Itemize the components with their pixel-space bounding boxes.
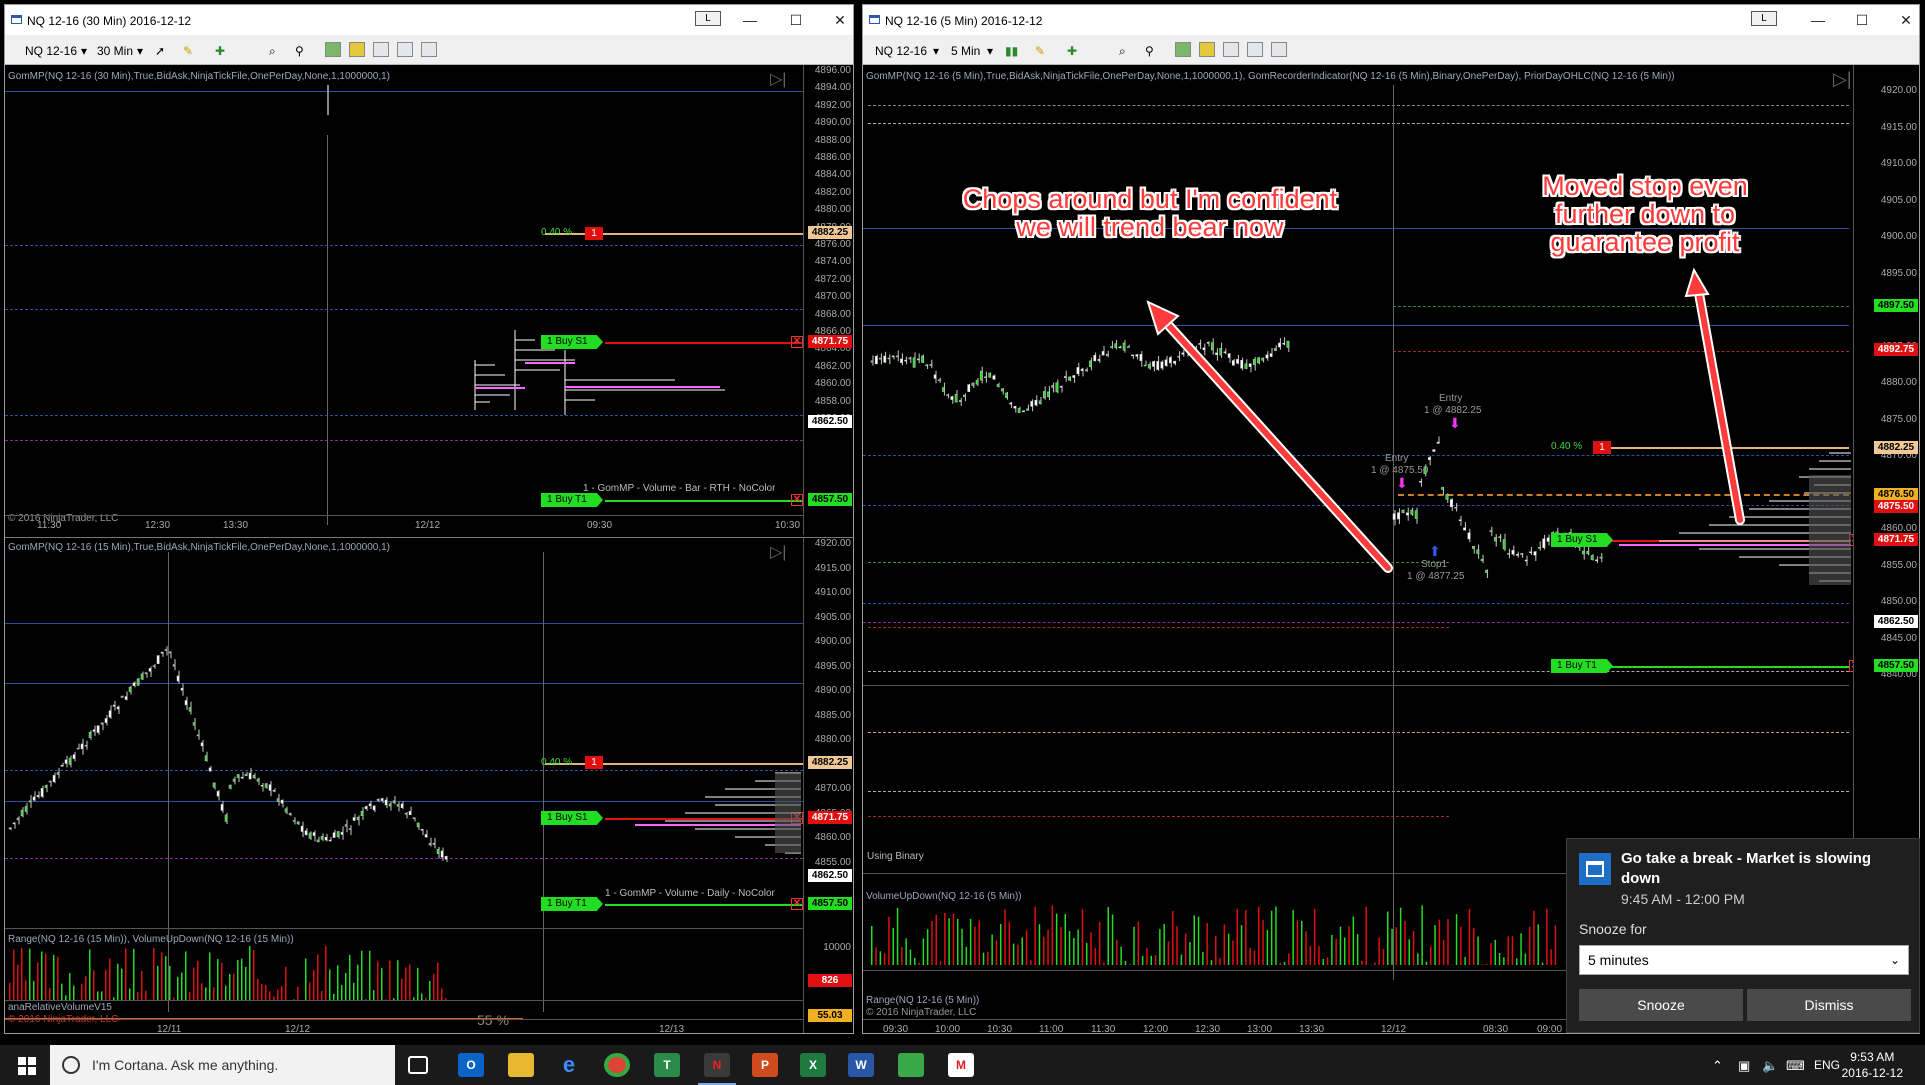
edge-icon[interactable]: e [556, 1053, 582, 1077]
clock-date: 2016-12-12 [1841, 1066, 1903, 1080]
snooze-button[interactable]: Snooze [1579, 989, 1743, 1021]
ninjatrader-icon[interactable]: N [698, 1053, 736, 1085]
dismiss-button[interactable]: Dismiss [1747, 989, 1911, 1021]
toast-title: Go take a break - Market is slowing down [1621, 850, 1872, 887]
volume-icon[interactable]: 🔈 [1762, 1058, 1778, 1074]
cortana-search-box[interactable]: I'm Cortana. Ask me anything. [50, 1045, 395, 1085]
language-indicator[interactable]: ENG [1814, 1058, 1840, 1072]
chrome-icon[interactable] [604, 1053, 630, 1077]
calendar-icon [1579, 853, 1611, 885]
snooze-label: Snooze for [1579, 921, 1647, 937]
cortana-placeholder: I'm Cortana. Ask me anything. [92, 1057, 279, 1073]
task-view-icon[interactable] [408, 1056, 428, 1074]
file-explorer-icon[interactable] [508, 1053, 534, 1077]
word-icon[interactable]: W [848, 1053, 874, 1077]
outlook-icon[interactable]: O [458, 1053, 484, 1077]
snooze-select[interactable]: 5 minutes ⌄ [1579, 945, 1909, 975]
chevron-down-icon: ⌄ [1889, 953, 1900, 967]
taskbar-clock[interactable]: 9:53 AM 2016-12-12 [1842, 1049, 1903, 1081]
cortana-icon [62, 1056, 80, 1074]
gmail-icon[interactable]: M [948, 1053, 974, 1077]
taskbar: I'm Cortana. Ask me anything. O e T N P … [0, 1045, 1925, 1085]
keyboard-icon[interactable]: ⌨ [1786, 1058, 1805, 1074]
powerpoint-icon[interactable]: P [752, 1053, 778, 1077]
tws-icon[interactable]: T [654, 1053, 680, 1077]
toast-time: 9:45 AM - 12:00 PM [1621, 891, 1745, 907]
network-icon[interactable]: ▣ [1738, 1058, 1750, 1074]
windows-start-icon[interactable] [18, 1057, 36, 1075]
clock-time: 9:53 AM [1850, 1050, 1895, 1064]
camtasia-icon[interactable] [898, 1053, 924, 1077]
snooze-select-value: 5 minutes [1588, 952, 1649, 968]
tray-chevron-icon[interactable]: ⌃ [1712, 1058, 1723, 1074]
excel-icon[interactable]: X [800, 1053, 826, 1077]
notification-toast[interactable]: Go take a break - Market is slowing down… [1566, 838, 1920, 1033]
